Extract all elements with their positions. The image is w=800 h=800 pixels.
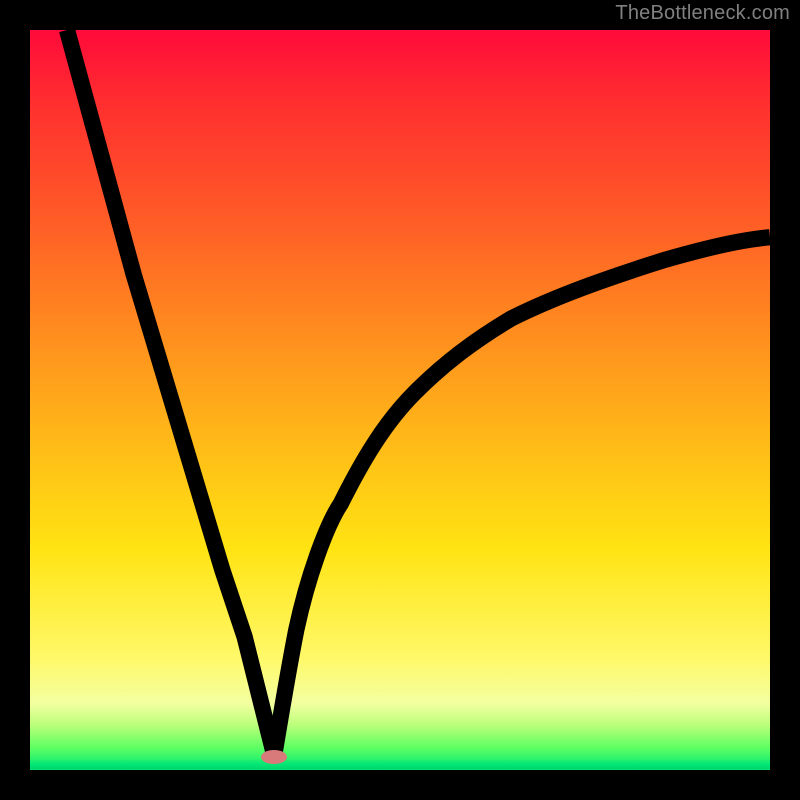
chart-frame: TheBottleneck.com [0, 0, 800, 800]
watermark-text: TheBottleneck.com [615, 2, 790, 25]
curve-left-branch [67, 30, 274, 755]
plot-area [30, 30, 770, 770]
curve-right-branch [274, 237, 770, 755]
bottleneck-curve [30, 30, 770, 770]
optimum-marker [261, 750, 287, 764]
